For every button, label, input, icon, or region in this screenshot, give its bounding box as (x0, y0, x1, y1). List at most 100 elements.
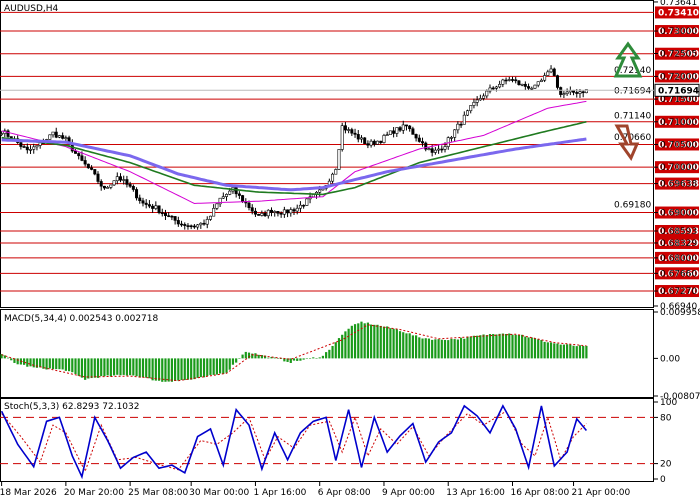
candle-body (292, 209, 296, 212)
macd-bar (202, 358, 206, 378)
candle-body (372, 140, 376, 145)
candle-body (215, 203, 219, 209)
macd-bar (549, 342, 553, 359)
macd-bar (408, 333, 411, 359)
macd-bar (215, 358, 218, 375)
macd-bar (90, 358, 93, 379)
macd-bar (437, 339, 440, 359)
candle-body (77, 153, 81, 157)
macd-bar (562, 344, 566, 359)
macd-bar (6, 357, 10, 359)
candle-body (347, 129, 351, 131)
candle-body (286, 209, 290, 214)
candle-body (459, 123, 463, 126)
macd-bar (411, 335, 414, 359)
candle-body (93, 169, 97, 175)
macd-bar (119, 358, 122, 376)
price-tick-label: 0.70500 (660, 140, 697, 150)
macd-bar (32, 358, 35, 368)
candle-body (482, 95, 486, 99)
macd-bar (386, 326, 389, 359)
candle-body (276, 211, 280, 214)
candle-body (199, 222, 203, 226)
macd-bar (537, 339, 540, 359)
macd-bar (530, 337, 533, 359)
candle-body (128, 184, 132, 187)
candle-body (398, 127, 402, 131)
price-tick-label: 0.68329 (660, 239, 697, 249)
candle-body (279, 212, 283, 215)
macd-bar (48, 358, 51, 369)
candle-body (125, 179, 129, 185)
macd-label: MACD(5,34,4) 0.002543 0.002718 (4, 314, 159, 324)
candle-body (546, 71, 550, 76)
candle-body (180, 223, 184, 226)
candle-body (192, 225, 196, 228)
macd-bar (16, 358, 19, 365)
candle-body (379, 140, 383, 143)
candle-body (54, 131, 58, 138)
macd-bar (174, 358, 177, 381)
candle-body (356, 134, 360, 140)
candle-body (404, 124, 408, 127)
macd-bar (74, 358, 77, 375)
candle-body (257, 213, 261, 216)
macd-bar (77, 358, 80, 376)
macd-bar (527, 337, 530, 359)
macd-bar (170, 358, 174, 382)
macd-bar (212, 358, 215, 375)
candle-body (466, 110, 470, 116)
macd-bar (492, 333, 495, 359)
macd-bar (64, 358, 67, 371)
macd-bar (177, 358, 180, 381)
candle-body (83, 160, 87, 165)
macd-bar (39, 358, 42, 368)
candle-body (151, 205, 155, 209)
candle-body (536, 81, 540, 86)
candle-body (118, 176, 122, 181)
time-tick-label: 13 Apr 16:00 (446, 488, 505, 498)
macd-bar (22, 358, 26, 365)
macd-bar (482, 334, 485, 359)
macd-bar (392, 328, 395, 359)
candle-body (208, 215, 212, 220)
macd-bar (190, 358, 193, 380)
macd-bar (559, 344, 562, 359)
macd-bar (350, 325, 353, 359)
macd-bar (318, 357, 321, 359)
macd-bar (199, 358, 202, 378)
candle-body (331, 173, 335, 182)
macd-bar (193, 358, 196, 380)
macd-bar (273, 357, 276, 359)
stoch-tick-label: 80 (660, 413, 672, 423)
macd-bar (447, 340, 450, 359)
candle-body (433, 149, 437, 153)
macd-bar (206, 358, 209, 376)
macd-bar (145, 358, 148, 378)
macd-bar (122, 358, 125, 375)
candle-body (456, 123, 460, 131)
macd-bar (157, 358, 161, 381)
candle-body (302, 204, 306, 207)
candle-body (247, 202, 251, 208)
candle-body (305, 198, 309, 206)
macd-bar (267, 357, 270, 359)
macd-bar (116, 358, 119, 375)
macd-bar (402, 332, 405, 359)
level-price-label: 0.73410 (658, 8, 699, 18)
macd-bar (501, 333, 504, 359)
candle-body (340, 125, 344, 150)
macd-bar (180, 358, 183, 381)
candle-body (196, 224, 200, 228)
macd-bar (360, 321, 363, 359)
candle-body (289, 209, 293, 214)
macd-bar (315, 358, 318, 359)
macd-bar (553, 343, 556, 359)
macd-bar (514, 334, 517, 359)
candle-body (96, 173, 100, 182)
macd-bar (569, 344, 572, 359)
time-tick-label: 20 Mar 20:00 (64, 488, 124, 498)
candle-body (141, 200, 145, 204)
candle-body (552, 68, 556, 76)
macd-bar (161, 358, 164, 382)
